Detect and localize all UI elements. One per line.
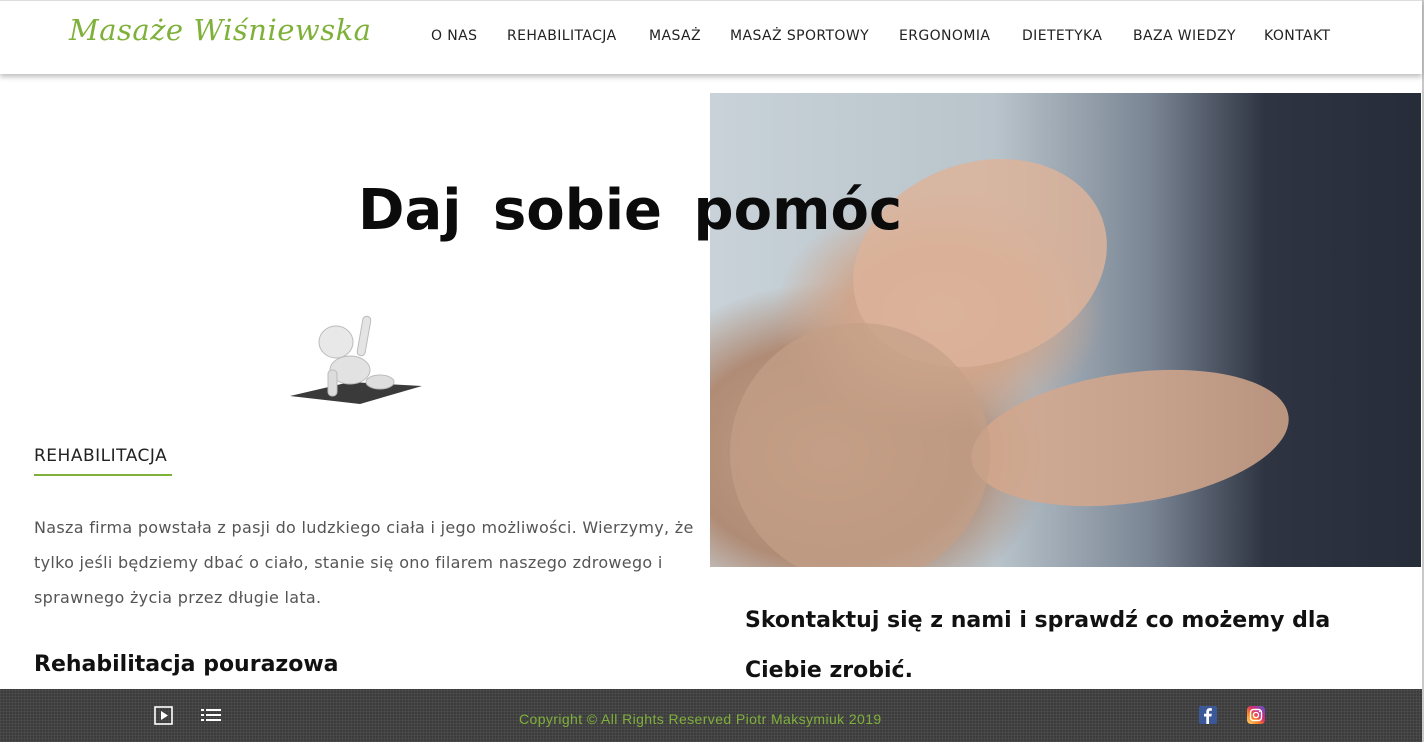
main-nav: O NAS REHABILITACJA MASAŻ MASAŻ SPORTOWY…	[0, 28, 1422, 48]
section-label-rehabilitacja: REHABILITACJA	[34, 446, 168, 466]
site-footer: Copyright © All Rights Reserved Piotr Ma…	[0, 689, 1422, 742]
contact-cta-text: Skontaktuj się z nami i sprawdź co możem…	[745, 608, 1331, 683]
nav-item-ergonomia[interactable]: ERGONOMIA	[899, 28, 990, 44]
facebook-icon[interactable]	[1199, 706, 1217, 724]
nav-item-masaz[interactable]: MASAŻ	[649, 28, 701, 44]
nav-item-rehabilitacja[interactable]: REHABILITACJA	[507, 28, 617, 44]
section-subheading: Rehabilitacja pourazowa	[34, 652, 339, 677]
knee-shape	[730, 323, 990, 567]
hand-shape	[962, 351, 1298, 525]
list-icon[interactable]	[201, 708, 221, 722]
site-header: Masaże Wiśniewska O NAS REHABILITACJA MA…	[0, 0, 1422, 74]
nav-item-masaz-sportowy[interactable]: MASAŻ SPORTOWY	[730, 28, 869, 44]
instagram-icon[interactable]	[1247, 706, 1265, 724]
nav-item-o-nas[interactable]: O NAS	[431, 28, 477, 44]
hero-headline: Daj sobie pomóc	[358, 178, 903, 243]
exercise-figure-image	[290, 315, 422, 404]
copyright-text: Copyright © All Rights Reserved Piotr Ma…	[519, 711, 882, 727]
section-body-text: Nasza firma powstała z pasji do ludzkieg…	[34, 518, 694, 607]
hero-knee-photo	[710, 93, 1421, 567]
nav-item-kontakt[interactable]: KONTAKT	[1264, 28, 1330, 44]
section-underline	[34, 474, 172, 476]
nav-item-dietetyka[interactable]: DIETETYKA	[1022, 28, 1102, 44]
play-icon[interactable]	[154, 706, 173, 725]
nav-item-baza-wiedzy[interactable]: BAZA WIEDZY	[1133, 28, 1236, 44]
